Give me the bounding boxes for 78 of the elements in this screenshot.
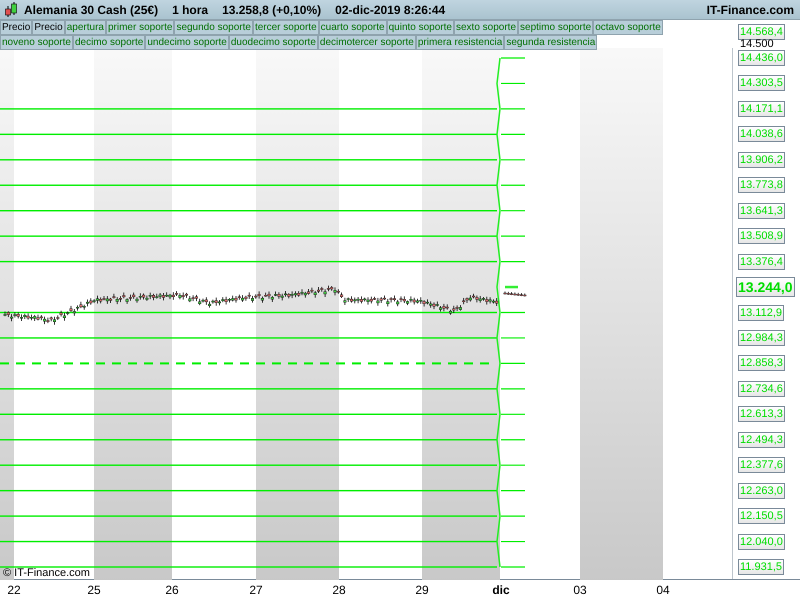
site-brand: IT-Finance.com	[706, 2, 794, 16]
price-label: 14.038,6	[738, 126, 785, 142]
price-label: 13.112,9	[738, 304, 784, 320]
level-tick	[501, 312, 525, 314]
date-label: 27	[249, 583, 263, 597]
legend-item[interactable]: segunda resistencia	[504, 35, 598, 50]
legend-item[interactable]: quinto soporte	[386, 20, 454, 35]
legend-item[interactable]: cuarto soporte	[318, 20, 387, 35]
price-label: 12.494,3	[738, 432, 785, 448]
price-label: 13.508,9	[738, 228, 785, 244]
legend-item[interactable]: noveno soporte	[0, 35, 73, 50]
date-label: 22	[7, 583, 21, 597]
legend-item[interactable]: apertura	[64, 20, 106, 35]
level-tick	[501, 236, 525, 237]
price-label: 13.773,8	[738, 177, 785, 194]
level-tick	[501, 82, 525, 84]
level-tick	[501, 414, 525, 415]
timeframe-label: 1 hora	[172, 2, 208, 16]
price-label: 13.244,0	[736, 277, 794, 298]
date-label: 04	[656, 583, 670, 597]
price-label: 12.858,3	[738, 355, 785, 372]
legend-item[interactable]: segundo soporte	[174, 20, 253, 35]
current-price-line	[505, 286, 518, 288]
price-label: 12.263,0	[738, 482, 785, 499]
date-label: 25	[87, 583, 101, 597]
date-label: 03	[573, 583, 587, 597]
date-time: 02-dic-2019 8:26:44	[335, 2, 446, 16]
price-label: 12.040,0	[738, 534, 785, 550]
level-tick	[501, 490, 525, 492]
legend-item[interactable]: Precio	[32, 20, 65, 35]
price-label: 14.436,0	[738, 50, 785, 66]
legend-item[interactable]: undecimo soporte	[145, 35, 229, 50]
price-label: 13.906,2	[738, 152, 785, 168]
level-tick	[501, 210, 525, 212]
price-label: 14.303,5	[738, 75, 785, 92]
axis-tick-label: 14.500	[740, 38, 774, 50]
copyright-text: © IT-Finance.com	[3, 567, 90, 579]
legend-item[interactable]: decimotercer soporte	[318, 35, 416, 50]
legend-item[interactable]: primer soporte	[106, 20, 174, 35]
level-tick	[501, 261, 525, 262]
price-label: 14.568,4	[738, 24, 785, 40]
level-tick	[501, 159, 525, 160]
candlestick-icon	[4, 2, 18, 18]
level-tick	[501, 439, 525, 440]
price-label: 12.734,6	[738, 380, 785, 397]
price-label: 12.150,5	[738, 508, 785, 524]
date-label: 28	[332, 583, 346, 597]
level-tick	[501, 108, 525, 110]
legend-item[interactable]: primera resistencia	[416, 35, 504, 50]
price-label: 12.613,3	[738, 406, 785, 422]
price-label: 12.377,6	[738, 457, 785, 474]
level-tick	[501, 134, 525, 135]
legend-item[interactable]: septimo soporte	[518, 20, 594, 35]
price-label: 13.376,4	[738, 254, 785, 270]
level-tick	[501, 184, 525, 186]
legend-item[interactable]: decimo soporte	[72, 35, 146, 50]
price-label: 14.171,1	[738, 100, 785, 117]
date-label: 26	[165, 583, 179, 597]
level-tick	[501, 57, 525, 59]
date-label: dic	[492, 583, 510, 597]
level-tick	[501, 566, 525, 568]
legend-item[interactable]: duodecimo soporte	[228, 35, 318, 50]
date-label: 29	[415, 583, 429, 597]
legend-item[interactable]: tercer soporte	[252, 20, 319, 35]
price-label: 13.641,3	[738, 202, 785, 219]
level-tick	[501, 388, 525, 390]
price-label: 12.984,3	[738, 330, 785, 346]
legend-item[interactable]: octavo soporte	[593, 20, 663, 35]
instrument-title: Alemania 30 Cash (25€)	[24, 2, 158, 16]
level-tick	[501, 516, 525, 517]
level-tick	[501, 362, 525, 364]
level-tick	[501, 464, 525, 466]
legend-item[interactable]: Precio	[0, 20, 32, 35]
level-tick	[501, 540, 525, 542]
legend-item[interactable]: sexto soporte	[454, 20, 518, 35]
price-label: 11.931,5	[738, 559, 784, 575]
level-tick	[501, 337, 525, 339]
price-change: 13.258,8 (+0,10%)	[222, 2, 322, 16]
